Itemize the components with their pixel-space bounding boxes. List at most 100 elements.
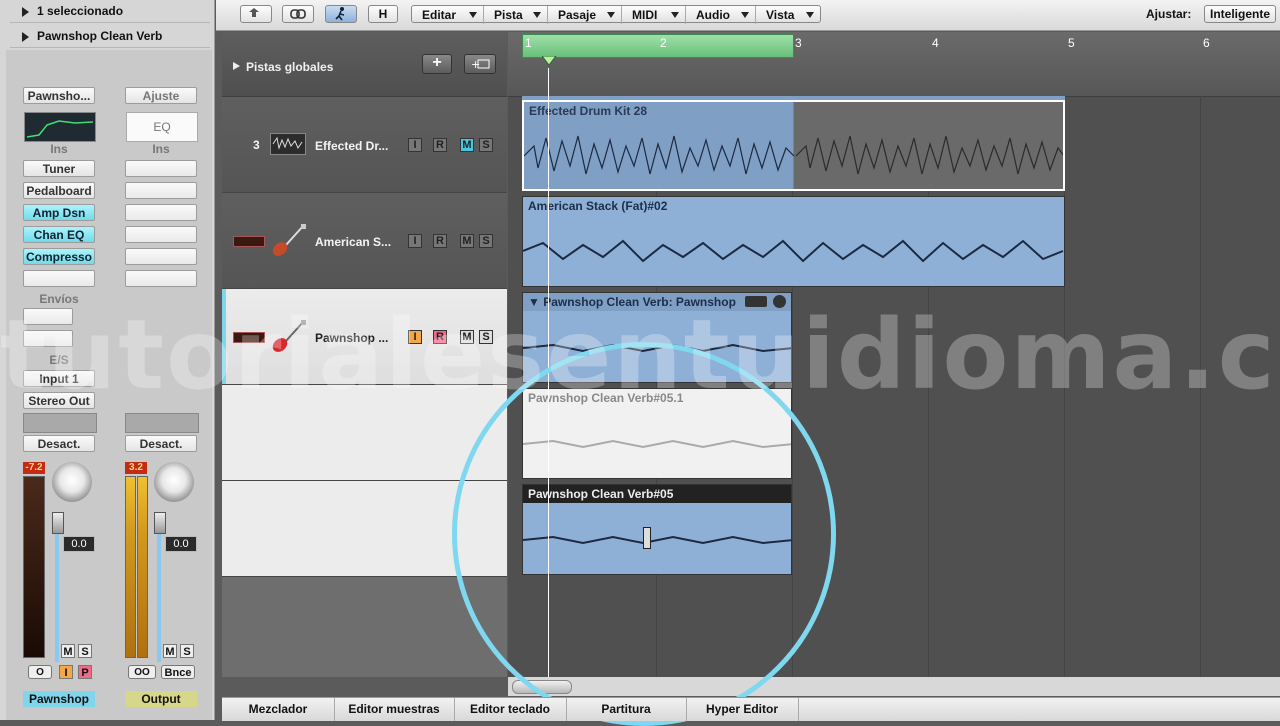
group-slot[interactable] <box>23 413 97 433</box>
menu-pista-label: Pista <box>494 8 523 22</box>
watermark-text: tutorialesentuidioma.com <box>0 299 1280 411</box>
track-name[interactable]: American S... <box>315 235 391 249</box>
menu-pasaje[interactable]: Pasaje <box>548 6 622 24</box>
ruler-bar-2: 2 <box>660 36 667 50</box>
menu-audio[interactable]: Audio <box>686 6 756 24</box>
ruler-bar-1: 1 <box>525 36 532 50</box>
record-button[interactable]: R <box>433 234 447 248</box>
plugin-slot-amp-designer[interactable]: Amp Dsn <box>23 204 95 221</box>
solo-button[interactable]: S <box>180 644 194 658</box>
tab-sample-editor[interactable]: Editor muestras <box>334 698 455 721</box>
chevron-down-icon <box>533 12 541 18</box>
plugin-slot-empty[interactable] <box>125 160 197 177</box>
eq-thumbnail[interactable]: EQ <box>126 112 198 142</box>
automation-mode-button[interactable]: Desact. <box>125 435 197 452</box>
global-tracks-header[interactable]: Pistas globales + + <box>222 32 507 97</box>
snap-dropdown[interactable]: Inteligente <box>1204 5 1276 23</box>
menu-pista[interactable]: Pista <box>484 6 548 24</box>
add-track-button[interactable]: + <box>422 54 452 74</box>
disclosure-triangle-icon[interactable] <box>233 62 240 70</box>
mute-button[interactable]: M <box>460 138 474 152</box>
stereo-link-icon[interactable]: O <box>28 665 52 679</box>
mute-button[interactable]: M <box>61 644 75 658</box>
solo-button[interactable]: S <box>78 644 92 658</box>
volume-value[interactable]: 0.0 <box>165 536 197 552</box>
menu-vista[interactable]: Vista <box>756 6 820 24</box>
track-name[interactable]: Effected Dr... <box>315 139 388 153</box>
playhead-marker-icon[interactable] <box>542 56 558 68</box>
volume-fader-handle[interactable] <box>52 512 64 534</box>
plugin-slot-empty[interactable] <box>125 270 197 287</box>
editor-tabs-bar: Mezclador Editor muestras Editor teclado… <box>222 697 1280 721</box>
plugin-slot-pedalboard[interactable]: Pedalboard <box>23 182 95 199</box>
menu-editar-label: Editar <box>422 8 457 22</box>
tab-piano-roll[interactable]: Editor teclado <box>454 698 567 721</box>
plugin-slot-tuner[interactable]: Tuner <box>23 160 95 177</box>
level-meter-left <box>125 476 136 658</box>
link-button[interactable] <box>282 5 314 23</box>
disclosure-triangle-icon[interactable] <box>22 6 29 17</box>
solo-button[interactable]: S <box>479 234 493 248</box>
region-strip <box>522 96 1065 100</box>
running-man-icon <box>335 7 345 21</box>
group-slot[interactable] <box>125 413 199 433</box>
bar-ruler[interactable]: 1 2 3 4 5 6 <box>508 32 1280 97</box>
record-button[interactable]: R <box>433 138 447 152</box>
channel-name[interactable]: Output <box>125 691 197 707</box>
tab-hyper-editor[interactable]: Hyper Editor <box>686 698 799 721</box>
ruler-bar-3: 3 <box>795 36 802 50</box>
volume-fader-track[interactable] <box>55 512 59 662</box>
catch-button[interactable] <box>325 5 357 23</box>
bounce-button[interactable]: Bnce <box>161 665 195 679</box>
hide-button[interactable]: H <box>368 5 398 23</box>
guitar-icon <box>268 223 308 259</box>
plugin-slot-empty[interactable] <box>125 226 197 243</box>
cycle-region[interactable] <box>522 34 794 58</box>
input-monitor-button[interactable]: I <box>59 665 73 679</box>
automation-mode-button[interactable]: Desact. <box>23 435 95 452</box>
region-parameters-row[interactable]: Pawnshop Clean Verb <box>10 25 210 48</box>
volume-fader-track[interactable] <box>157 512 161 662</box>
plugin-slot-empty[interactable] <box>125 182 197 199</box>
volume-value[interactable]: 0.0 <box>63 536 95 552</box>
disclosure-triangle-icon[interactable] <box>22 31 29 42</box>
add-folder-button[interactable]: + <box>464 54 496 74</box>
record-enable-button[interactable]: P <box>78 665 92 679</box>
menu-midi[interactable]: MIDI <box>622 6 686 24</box>
input-monitor-button[interactable]: I <box>408 138 422 152</box>
audio-region-american-stack[interactable]: American Stack (Fat)#02 <box>522 196 1065 287</box>
tab-score[interactable]: Partitura <box>566 698 687 721</box>
snap-label: Ajustar: <box>1146 7 1192 21</box>
mute-button[interactable]: M <box>460 234 474 248</box>
up-arrow-button[interactable] <box>240 5 272 23</box>
peak-indicator[interactable]: 3.2 <box>125 462 147 474</box>
channel-setting-button[interactable]: Pawnsho... <box>23 87 95 104</box>
audio-region-drums[interactable]: Effected Drum Kit 28 <box>522 100 1065 191</box>
level-meter-right <box>137 476 148 658</box>
volume-fader-handle[interactable] <box>154 512 166 534</box>
track-header-drums[interactable]: 3 Effected Dr... I R M S <box>222 97 507 193</box>
tab-mixer[interactable]: Mezclador <box>222 698 335 721</box>
pan-knob[interactable] <box>52 462 92 502</box>
menu-editar[interactable]: Editar <box>412 6 484 24</box>
channel-name[interactable]: Pawnshop <box>23 691 95 707</box>
peak-indicator[interactable]: -7.2 <box>23 462 45 474</box>
chevron-down-icon <box>469 12 477 18</box>
input-monitor-button[interactable]: I <box>408 234 422 248</box>
track-header-american-stack[interactable]: American S... I R M S <box>222 193 507 289</box>
ins-label: Ins <box>152 142 170 156</box>
selection-row[interactable]: 1 seleccionado <box>10 0 210 23</box>
plugin-slot-empty[interactable] <box>125 204 197 221</box>
mute-button[interactable]: M <box>163 644 177 658</box>
ruler-bar-5: 5 <box>1068 36 1075 50</box>
plugin-slot-empty[interactable] <box>23 270 95 287</box>
eq-thumbnail[interactable] <box>24 112 96 142</box>
plugin-slot-compressor[interactable]: Compresso <box>23 248 95 265</box>
plugin-slot-empty[interactable] <box>125 248 197 265</box>
channel-setting-button[interactable]: Ajuste <box>125 87 197 104</box>
arrange-toolbar: H Editar Pista Pasaje MIDI Audio Vista A… <box>216 0 1280 31</box>
plugin-slot-channel-eq[interactable]: Chan EQ <box>23 226 95 243</box>
solo-button[interactable]: S <box>479 138 493 152</box>
link-icon[interactable]: OO <box>128 665 156 679</box>
pan-knob[interactable] <box>154 462 194 502</box>
